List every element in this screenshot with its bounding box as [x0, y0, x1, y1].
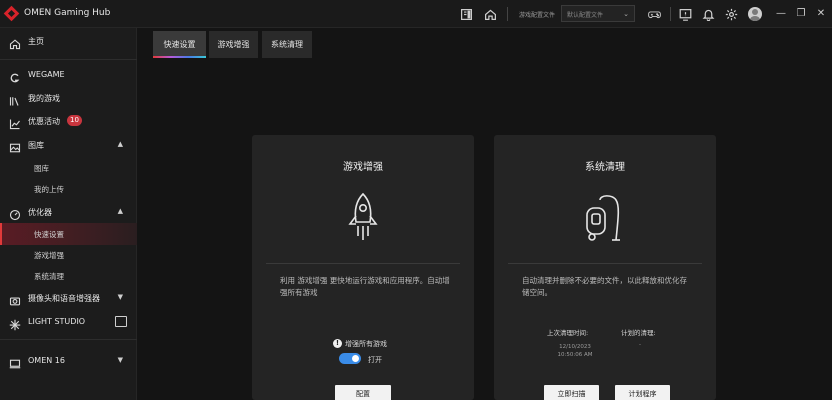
sidebar-item-label: 优化器: [28, 208, 52, 217]
home-icon: [9, 35, 21, 50]
last-cleanup-time: 10:50:06 AM: [557, 352, 593, 358]
title-bar: OMEN Gaming Hub 游戏配置文件 默认配置文件 ⌄ — ❐ ✕: [0, 0, 832, 28]
sidebar-item-label: 系统清理: [34, 272, 64, 281]
chevron-up-icon: ▲: [117, 207, 123, 215]
sidebar-item-label: 快速设置: [34, 230, 64, 239]
sidebar-item-label: 我的上传: [34, 185, 64, 194]
vacuum-cleaner-icon: [580, 190, 630, 245]
wegame-icon: [9, 69, 21, 83]
titlebar-separator: [670, 7, 671, 21]
profile-label: 游戏配置文件: [519, 12, 556, 19]
gear-icon[interactable]: [723, 6, 739, 22]
external-window-icon[interactable]: [115, 316, 127, 327]
chevron-down-icon: ▼: [117, 293, 123, 301]
tab-game-boost[interactable]: 游戏增强: [209, 31, 258, 58]
sidebar-item-wegame[interactable]: WEGAME: [0, 64, 137, 86]
card-divider: [266, 263, 460, 264]
last-cleanup-date: 12/10/2023: [559, 344, 591, 350]
chevron-down-icon: ⌄: [623, 10, 629, 18]
sidebar-item-offers[interactable]: 优惠活动 10: [0, 110, 137, 132]
sidebar-divider: [0, 339, 137, 340]
info-icon: !: [333, 339, 342, 348]
trend-chart-icon: [9, 115, 21, 130]
sidebar-item-label: OMEN 16: [28, 356, 65, 365]
sidebar-item-gallery-uploads[interactable]: 我的上传: [0, 178, 137, 200]
omen-logo-icon: [3, 5, 20, 22]
scan-now-button[interactable]: 立即扫描: [544, 385, 599, 400]
sidebar: 主页 WEGAME 我的游戏 优惠活动 10 图库 ▲ 图库 我的上传 优化器 …: [0, 28, 137, 400]
sidebar-item-gallery-library[interactable]: 图库: [0, 157, 137, 179]
titlebar-separator: [507, 7, 508, 21]
sidebar-item-camera-mic[interactable]: 摄像头和语音增强器 ▼: [0, 287, 137, 309]
sidebar-item-label: 摄像头和语音增强器: [28, 294, 100, 303]
last-cleanup-label: 上次清理时间:: [547, 329, 589, 337]
sidebar-item-system-cleanup[interactable]: 系统清理: [0, 265, 137, 287]
sidebar-item-light-studio[interactable]: LIGHT STUDIO: [0, 311, 137, 333]
sidebar-item-device[interactable]: OMEN 16 ▼: [0, 350, 137, 372]
app-title: OMEN Gaming Hub: [24, 8, 111, 18]
tab-system-cleanup[interactable]: 系统清理: [262, 31, 312, 58]
card-title: 系统清理: [585, 162, 625, 173]
sidebar-item-my-games[interactable]: 我的游戏: [0, 87, 137, 109]
card-divider: [508, 263, 702, 264]
card-description: 自动清理并删除不必要的文件，以此释放和优化存储空间。: [522, 276, 687, 297]
image-icon: [9, 139, 21, 153]
rocket-icon: [338, 190, 388, 245]
scheduler-button[interactable]: 计划程序: [615, 385, 670, 400]
boost-all-games-toggle[interactable]: [339, 353, 361, 364]
close-button[interactable]: ✕: [814, 7, 828, 21]
chevron-down-icon: ▼: [117, 356, 123, 364]
sidebar-item-label: 图库: [34, 164, 49, 173]
sidebar-item-label: 优惠活动: [28, 117, 60, 126]
profile-select-value: 默认配置文件: [567, 12, 604, 19]
configure-button[interactable]: 配置: [335, 385, 391, 400]
minimize-button[interactable]: —: [774, 7, 788, 21]
scheduled-cleanup-label: 计划的清理:: [621, 329, 656, 337]
sidebar-divider: [0, 59, 137, 60]
user-avatar-icon[interactable]: [748, 7, 762, 21]
boost-all-games-label: 增强所有游戏: [345, 340, 387, 348]
offers-count-badge: 10: [67, 115, 82, 126]
gauge-icon: [9, 206, 21, 221]
camera-icon: [9, 292, 21, 306]
library-icon[interactable]: [458, 6, 474, 22]
scheduled-cleanup-value: -: [639, 342, 641, 348]
system-cleanup-card: 系统清理 自动清理并删除不必要的文件，以此释放和优化存储空间。: [494, 135, 716, 400]
boost-toggle-state: 打开: [368, 356, 382, 364]
sidebar-item-label: LIGHT STUDIO: [28, 317, 86, 326]
profile-select[interactable]: 默认配置文件 ⌄: [561, 5, 635, 22]
laptop-icon: [9, 355, 21, 369]
sidebar-item-optimizer[interactable]: 优化器 ▲: [0, 201, 137, 223]
sidebar-item-label: 我的游戏: [28, 94, 60, 103]
sidebar-item-game-boost[interactable]: 游戏增强: [0, 244, 137, 266]
monitor-feedback-icon[interactable]: [677, 6, 693, 22]
card-description: 利用 游戏增强 更快地运行游戏和应用程序。自动增强所有游戏: [280, 276, 450, 297]
sidebar-item-home[interactable]: 主页: [0, 30, 137, 52]
gamepad-icon[interactable]: [644, 6, 664, 22]
sparkle-icon: [9, 316, 21, 331]
bell-icon[interactable]: [700, 6, 716, 22]
sidebar-item-label: 游戏增强: [34, 251, 64, 260]
sidebar-item-gallery[interactable]: 图库 ▲: [0, 134, 137, 156]
chevron-up-icon: ▲: [117, 140, 123, 148]
library-books-icon: [9, 92, 21, 106]
game-boost-card: 游戏增强 利用 游戏增强 更快地运行游戏和应用程序。自动增强所有游戏: [252, 135, 474, 400]
home-icon[interactable]: [482, 6, 498, 22]
sidebar-item-label: 主页: [28, 37, 44, 46]
sidebar-item-label: 图库: [28, 141, 44, 150]
sidebar-item-quick-settings[interactable]: 快速设置: [0, 223, 137, 245]
restore-button[interactable]: ❐: [794, 7, 808, 21]
sidebar-item-label: WEGAME: [28, 70, 65, 79]
card-title: 游戏增强: [343, 162, 383, 173]
tab-quick-settings[interactable]: 快速设置: [153, 31, 206, 58]
